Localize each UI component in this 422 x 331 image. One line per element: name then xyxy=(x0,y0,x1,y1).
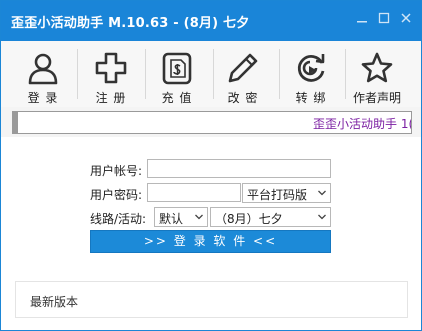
close-icon xyxy=(401,13,411,23)
route-value: 默认 xyxy=(159,212,184,226)
route-select[interactable]: 默认 xyxy=(154,207,208,227)
minimize-button[interactable] xyxy=(353,10,371,26)
toolbar-rebind-label: 转 绑 xyxy=(295,91,327,105)
chevron-down-icon xyxy=(195,214,203,220)
marquee-edge xyxy=(13,112,18,133)
toolbar-separator xyxy=(345,49,346,99)
password-input[interactable] xyxy=(147,183,241,202)
close-button[interactable] xyxy=(397,10,415,26)
pencil-icon xyxy=(228,53,258,83)
captcha-mode-value: 平台打码版 xyxy=(247,188,308,202)
toolbar-change-password-label: 改 密 xyxy=(227,91,259,105)
password-label: 用户密码: xyxy=(90,188,143,202)
star-icon xyxy=(361,52,393,83)
login-software-button[interactable]: >> 登 录 软 件 << xyxy=(90,230,331,253)
title-bar[interactable]: 歪歪小活动助手 M.10.63 - (8月) 七夕 xyxy=(1,1,421,41)
maximize-button[interactable] xyxy=(375,10,393,26)
refresh-icon xyxy=(297,54,325,82)
latest-version-box: 最新版本 xyxy=(15,281,408,318)
toolbar: 登 录 注 册 充 值 改 密 转 绑 作者声明 xyxy=(1,41,421,107)
latest-version-label: 最新版本 xyxy=(30,295,79,309)
chevron-down-icon xyxy=(318,214,326,220)
announcement-marquee: 歪歪小活动助手 1( xyxy=(12,111,412,134)
toolbar-rebind-button[interactable]: 转 绑 xyxy=(281,41,341,107)
recharge-icon xyxy=(162,52,192,85)
account-label: 用户帐号: xyxy=(90,164,143,178)
toolbar-register-button[interactable]: 注 册 xyxy=(81,41,141,107)
account-input[interactable] xyxy=(147,159,331,178)
toolbar-author-statement-button[interactable]: 作者声明 xyxy=(347,41,407,107)
activity-select[interactable]: （8月）七夕 xyxy=(210,207,331,227)
toolbar-register-label: 注 册 xyxy=(95,91,127,105)
user-icon xyxy=(28,53,58,85)
maximize-icon xyxy=(378,12,390,24)
activity-value: （8月）七夕 xyxy=(215,212,283,226)
marquee-text: 歪歪小活动助手 1( xyxy=(313,117,412,131)
toolbar-author-statement-label: 作者声明 xyxy=(352,91,401,105)
toolbar-separator xyxy=(145,49,146,99)
route-label: 线路/活动: xyxy=(90,212,147,226)
window-title: 歪歪小活动助手 M.10.63 - (8月) 七夕 xyxy=(11,16,250,31)
toolbar-separator xyxy=(77,49,78,99)
toolbar-login-label: 登 录 xyxy=(27,91,59,105)
toolbar-separator xyxy=(279,49,280,99)
minimize-icon xyxy=(357,21,367,23)
toolbar-change-password-button[interactable]: 改 密 xyxy=(213,41,273,107)
toolbar-recharge-button[interactable]: 充 值 xyxy=(147,41,207,107)
chevron-down-icon xyxy=(318,190,326,196)
captcha-mode-select[interactable]: 平台打码版 xyxy=(242,183,331,203)
toolbar-login-button[interactable]: 登 录 xyxy=(13,41,73,107)
toolbar-recharge-label: 充 值 xyxy=(161,91,193,105)
plus-icon xyxy=(95,52,127,84)
app-window: 歪歪小活动助手 M.10.63 - (8月) 七夕 登 录 注 册 充 值 改 … xyxy=(0,0,422,331)
